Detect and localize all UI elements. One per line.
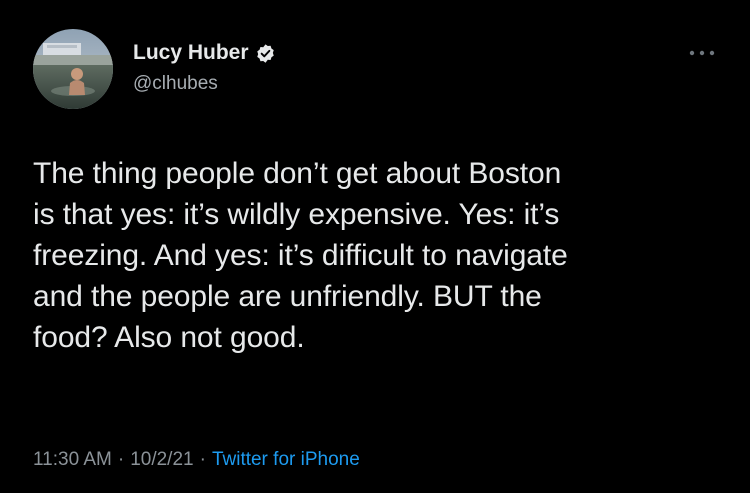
meta-separator: · [117, 449, 125, 470]
tweet-time[interactable]: 11:30 AM [33, 449, 112, 471]
verified-badge-icon [255, 43, 276, 64]
tweet-source-link[interactable]: Twitter for iPhone [212, 449, 360, 471]
tweet-card: Lucy Huber @clhubes The thing people don… [0, 0, 750, 493]
user-handle[interactable]: @clhubes [133, 72, 276, 96]
avatar[interactable] [33, 29, 113, 109]
display-name[interactable]: Lucy Huber [133, 40, 249, 66]
more-options-button[interactable] [685, 44, 719, 62]
tweet-meta: 11:30 AM · 10/2/21 · Twitter for iPhone [33, 446, 360, 474]
user-info: Lucy Huber @clhubes [133, 40, 276, 96]
user-name-row[interactable]: Lucy Huber [133, 40, 276, 66]
meta-separator-2: · [199, 449, 206, 470]
tweet-date[interactable]: 10/2/21 [130, 449, 193, 471]
tweet-text: The thing people don’t get about Boston … [33, 157, 568, 354]
more-options-icon [689, 50, 715, 56]
